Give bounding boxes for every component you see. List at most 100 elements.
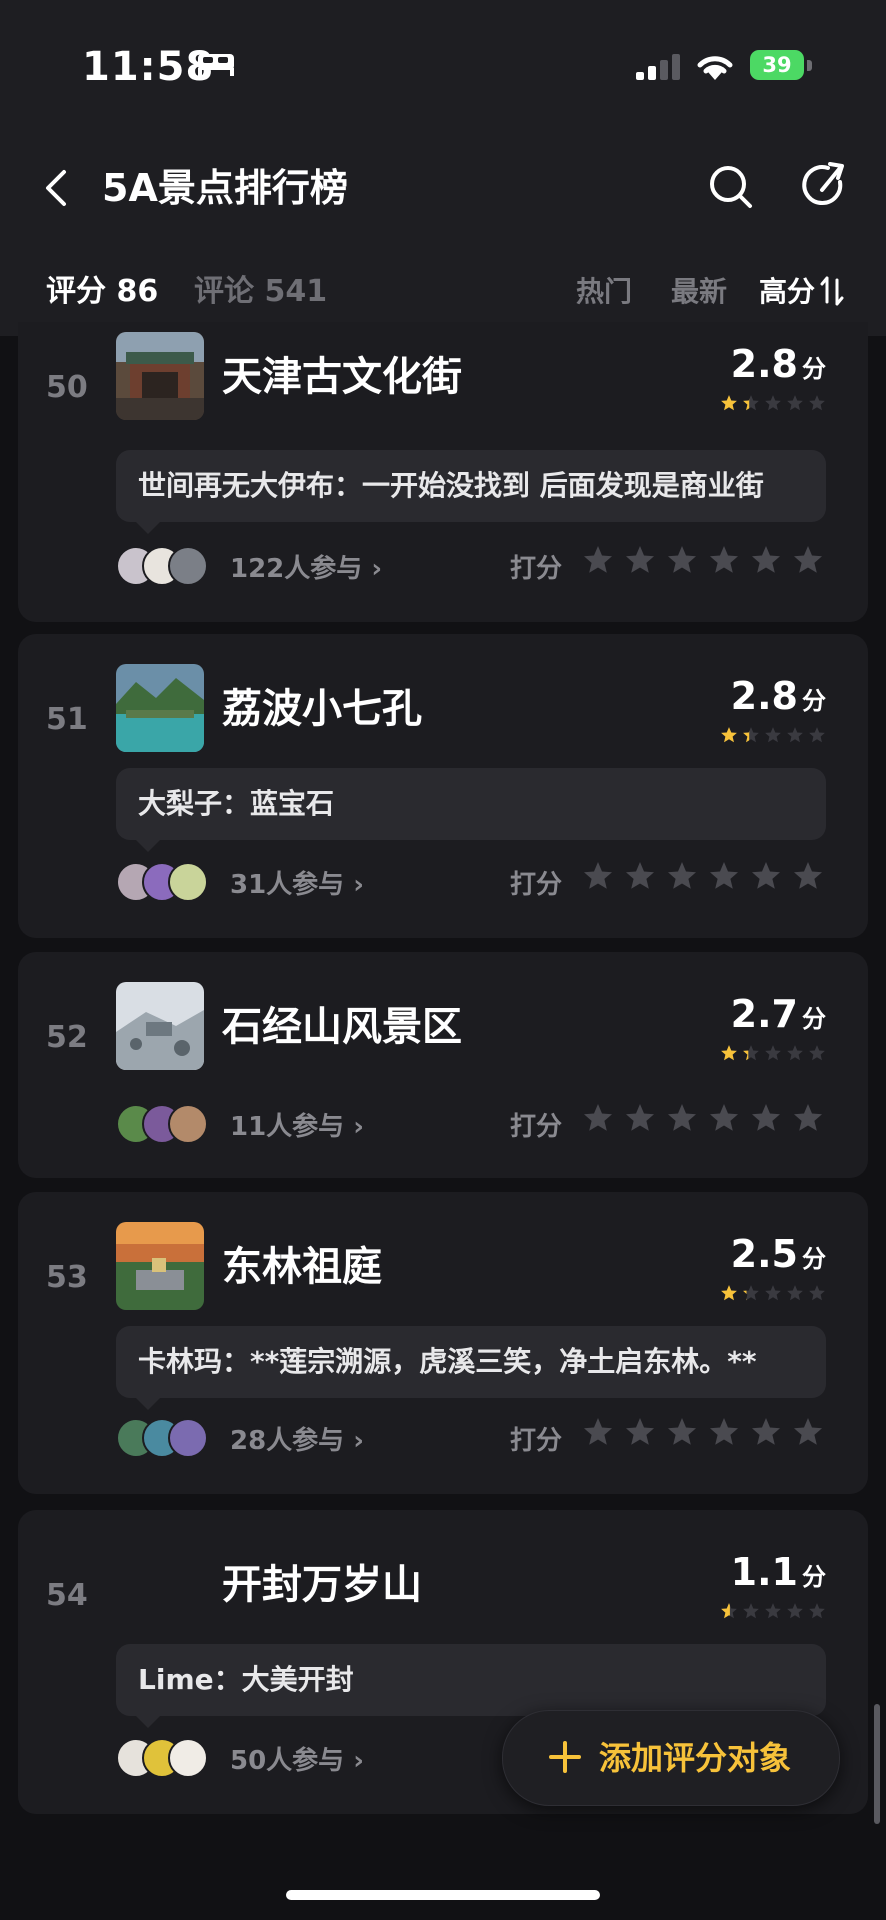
status-bar: 11:58 39 <box>0 0 886 130</box>
spot-star-rating <box>720 1284 826 1302</box>
spot-score: 2.7 分 <box>730 992 826 1036</box>
rate-star-icon[interactable] <box>582 1416 614 1448</box>
top-comment[interactable]: 世间再无大伊布：一开始没找到 后面发现是商业街 <box>116 450 826 534</box>
back-icon[interactable] <box>38 160 74 216</box>
spot-thumbnail <box>116 982 204 1070</box>
spot-name: 石经山风景区 <box>222 1004 462 1050</box>
spot-name: 开封万岁山 <box>222 1562 422 1608</box>
star-icon <box>765 1285 781 1301</box>
list-item[interactable]: 52 石经山风景区 2.7 分 11人参与 › 打分 <box>18 952 868 1178</box>
participant-count[interactable]: 31人参与 › <box>230 864 364 901</box>
star-icon <box>743 1045 759 1061</box>
list-item[interactable]: 50 天津古文化街 2.8 分 世间再无大伊布：一开始没找到 后面发现是商业街 1… <box>18 322 868 622</box>
top-comment[interactable]: 卡林玛：**莲宗溯源，虎溪三笑，净土启东林。** <box>116 1326 826 1410</box>
spot-star-rating <box>720 394 826 412</box>
star-icon <box>809 1285 825 1301</box>
sort-new[interactable]: 最新 <box>671 270 727 314</box>
rate-star-icon[interactable] <box>582 1102 614 1134</box>
battery-level: 39 <box>750 50 804 80</box>
rate-star-icon[interactable] <box>792 544 824 576</box>
participant-avatars <box>116 1738 226 1778</box>
rate-star-icon[interactable] <box>624 544 656 576</box>
rate-star-icon[interactable] <box>750 544 782 576</box>
add-rating-target-button[interactable]: 添加评分对象 <box>502 1710 840 1806</box>
plus-icon <box>549 1741 581 1773</box>
spot-star-rating <box>720 1044 826 1062</box>
star-icon <box>809 395 825 411</box>
tab-comments[interactable]: 评论 541 <box>194 270 327 314</box>
page-title: 5A景点排行榜 <box>102 166 348 210</box>
rate-star-icon[interactable] <box>582 544 614 576</box>
rate-star-icon[interactable] <box>666 1416 698 1448</box>
rate-stars[interactable] <box>582 1416 824 1448</box>
rate-star-icon[interactable] <box>582 860 614 892</box>
star-icon <box>743 395 759 411</box>
rate-star-icon[interactable] <box>708 1102 740 1134</box>
sort-high[interactable]: 高分 <box>759 270 815 314</box>
top-comment[interactable]: 大梨子：蓝宝石 <box>116 768 826 852</box>
sort-hot[interactable]: 热门 <box>576 270 632 314</box>
tab-score[interactable]: 评分 86 <box>46 270 158 314</box>
rate-star-icon[interactable] <box>666 544 698 576</box>
spot-thumbnail <box>116 332 204 420</box>
star-icon <box>765 727 781 743</box>
participant-count[interactable]: 28人参与 › <box>230 1420 364 1457</box>
participant-avatars <box>116 1104 226 1144</box>
spot-score: 2.5 分 <box>730 1232 826 1276</box>
share-icon[interactable] <box>800 158 848 214</box>
list-item[interactable]: 53 东林祖庭 2.5 分 卡林玛：**莲宗溯源，虎溪三笑，净土启东林。** 28… <box>18 1192 868 1494</box>
rate-label: 打分 <box>510 1112 563 1142</box>
sleep-mode-icon <box>198 54 234 76</box>
wifi-icon <box>697 56 733 80</box>
rate-star-icon[interactable] <box>624 1416 656 1448</box>
spot-name: 东林祖庭 <box>222 1244 382 1290</box>
spot-score: 2.8 分 <box>730 342 826 386</box>
star-icon <box>809 1603 825 1619</box>
star-icon <box>721 1045 737 1061</box>
top-comment[interactable]: Lime：大美开封 <box>116 1644 826 1728</box>
participant-count[interactable]: 50人参与 › <box>230 1740 364 1777</box>
star-icon <box>721 1285 737 1301</box>
spot-score: 2.8 分 <box>730 674 826 718</box>
spot-star-rating <box>720 1602 826 1620</box>
rate-star-icon[interactable] <box>624 1102 656 1134</box>
list-item[interactable]: 51 荔波小七孔 2.8 分 大梨子：蓝宝石 31人参与 › 打分 <box>18 634 868 938</box>
participant-count[interactable]: 11人参与 › <box>230 1106 364 1143</box>
spot-name: 荔波小七孔 <box>222 686 422 732</box>
rate-star-icon[interactable] <box>792 860 824 892</box>
rate-label: 打分 <box>510 1426 563 1456</box>
rate-star-icon[interactable] <box>792 1416 824 1448</box>
star-icon <box>765 1603 781 1619</box>
star-icon <box>721 1603 737 1619</box>
search-icon[interactable] <box>706 158 754 214</box>
rate-star-icon[interactable] <box>750 860 782 892</box>
spot-thumbnail <box>116 664 204 752</box>
spot-star-rating <box>720 726 826 744</box>
rank-number: 51 <box>46 702 88 737</box>
rate-star-icon[interactable] <box>624 860 656 892</box>
rank-number: 53 <box>46 1260 88 1295</box>
rate-star-icon[interactable] <box>666 1102 698 1134</box>
rate-star-icon[interactable] <box>750 1102 782 1134</box>
star-icon <box>787 395 803 411</box>
sort-order-icon[interactable] <box>820 274 844 308</box>
rate-star-icon[interactable] <box>792 1102 824 1134</box>
star-icon <box>765 1045 781 1061</box>
rate-star-icon[interactable] <box>708 860 740 892</box>
rate-star-icon[interactable] <box>750 1416 782 1448</box>
rate-label: 打分 <box>510 554 563 584</box>
scrollbar[interactable] <box>874 1704 880 1824</box>
rate-star-icon[interactable] <box>708 1416 740 1448</box>
rate-stars[interactable] <box>582 544 824 576</box>
star-icon <box>809 727 825 743</box>
rate-star-icon[interactable] <box>708 544 740 576</box>
participant-count[interactable]: 122人参与 › <box>230 548 382 585</box>
home-indicator[interactable] <box>286 1890 600 1900</box>
participant-avatars <box>116 1418 226 1458</box>
rank-number: 54 <box>46 1578 88 1613</box>
rate-star-icon[interactable] <box>666 860 698 892</box>
rank-number: 50 <box>46 370 88 405</box>
rate-stars[interactable] <box>582 860 824 892</box>
rate-stars[interactable] <box>582 1102 824 1134</box>
participant-avatars <box>116 862 226 902</box>
